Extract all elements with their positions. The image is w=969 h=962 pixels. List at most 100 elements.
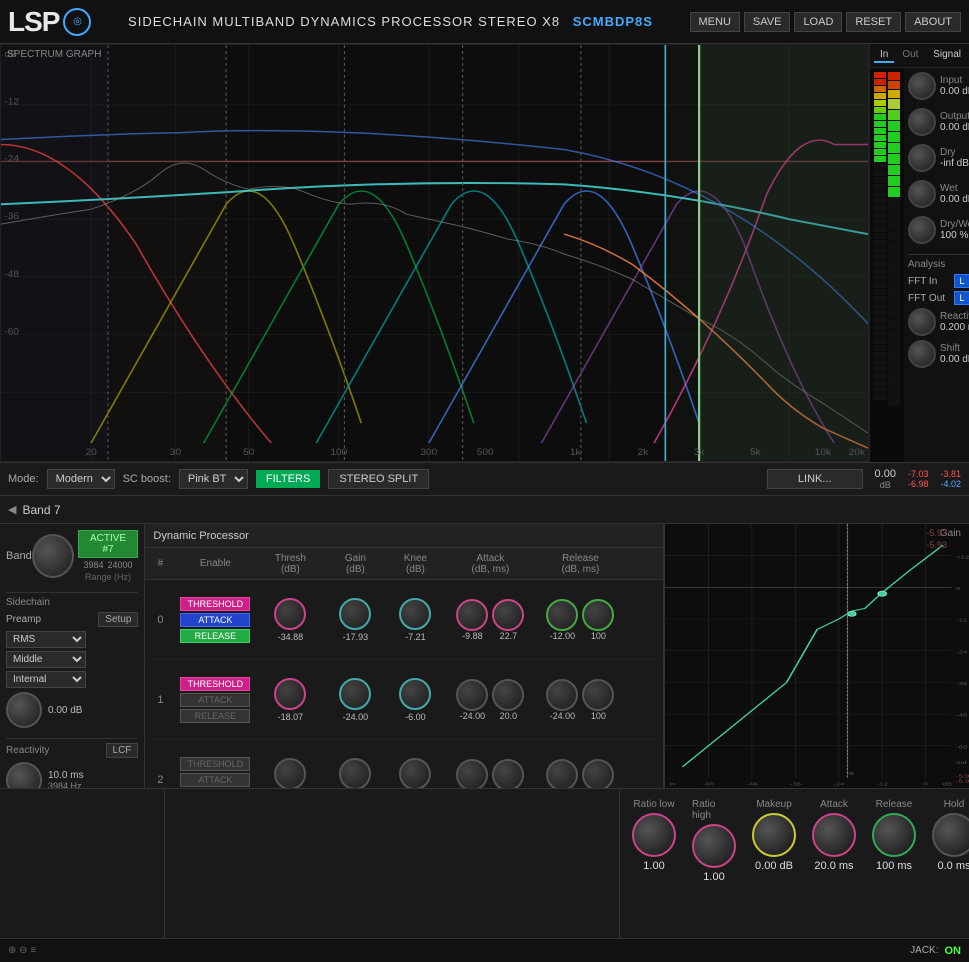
reactivity-knob-lp[interactable] — [6, 762, 42, 788]
stereo-split-button[interactable]: STEREO SPLIT — [328, 469, 429, 489]
band-label: Band — [6, 550, 32, 562]
knee-knob-0[interactable] — [399, 598, 431, 630]
threshold-btn-0[interactable]: THRESHOLD — [180, 597, 250, 611]
wet-knob[interactable] — [908, 180, 936, 208]
level-meters — [870, 68, 904, 462]
attack-btn-0[interactable]: ATTACK — [180, 613, 250, 627]
table-row: 1 THRESHOLD ATTACK RELEASE -18.07 -24.00… — [145, 660, 663, 740]
preamp-label: Preamp — [6, 614, 41, 625]
mode-select[interactable]: Modern — [47, 469, 115, 489]
dry-row: Dry -inf dB — [908, 144, 969, 172]
output-knob[interactable] — [908, 108, 936, 136]
reactivity-knob[interactable] — [908, 308, 936, 336]
attack-val1-0: -9.88 — [462, 631, 483, 641]
active-button[interactable]: ACTIVE #7 — [78, 530, 139, 558]
fft-out-row: FFT Out L R — [908, 291, 969, 305]
attack-btn-1[interactable]: ATTACK — [180, 693, 250, 707]
preamp-knob[interactable] — [6, 692, 42, 728]
internal-select[interactable]: Internal — [6, 671, 86, 688]
setup-button[interactable]: Setup — [98, 612, 138, 627]
header-buttons: MENU SAVE LOAD RESET ABOUT — [690, 12, 961, 32]
attack-knob2-2[interactable] — [492, 759, 524, 789]
scboost-select[interactable]: Pink BT — [179, 469, 248, 489]
thresh-knob-1[interactable] — [274, 678, 306, 710]
attack-knob1-0[interactable] — [456, 599, 488, 631]
db-left-top: -7.03 — [908, 469, 929, 479]
attack-knob[interactable] — [812, 813, 856, 857]
reactivity-value: 0.200 ms — [940, 322, 969, 333]
attack-knob2-0[interactable] — [492, 599, 524, 631]
release-knob2-0[interactable] — [582, 599, 614, 631]
ratio-low-knob[interactable] — [632, 813, 676, 857]
row-2-num: 2 — [145, 774, 175, 786]
attack-btn-2[interactable]: ATTACK — [180, 773, 250, 787]
load-button[interactable]: LOAD — [794, 12, 842, 32]
ratio-low-value: 1.00 — [643, 860, 664, 872]
knee-val-0: -7.21 — [405, 632, 426, 642]
table-row: 2 THRESHOLD ATTACK RELEASE -36.00 -36.00… — [145, 740, 663, 788]
row-0-num: 0 — [145, 614, 175, 626]
gain-knob-2[interactable] — [339, 758, 371, 789]
menu-button[interactable]: MENU — [690, 12, 740, 32]
jack-label: JACK: — [910, 945, 938, 956]
threshold-btn-2[interactable]: THRESHOLD — [180, 757, 250, 771]
attack-knob1-2[interactable] — [456, 759, 488, 789]
band-arrow-left[interactable]: ◀ — [8, 503, 16, 516]
thresh-knob-0[interactable] — [274, 598, 306, 630]
ratio-high-knob[interactable] — [692, 824, 736, 868]
thresh-knob-2[interactable] — [274, 758, 306, 789]
save-button[interactable]: SAVE — [744, 12, 791, 32]
spectrum-graph[interactable]: SPECTRUM GRAPH 🔍 0 -12 -24 -36 -48 -60 — [0, 44, 869, 462]
out-tab[interactable]: Out — [896, 48, 924, 63]
release-block: Release 100 ms — [864, 795, 924, 876]
attack-knob2-1[interactable] — [492, 679, 524, 711]
knee-cell-2: -6.00 — [385, 758, 445, 789]
shift-knob[interactable] — [908, 340, 936, 368]
bottom-right: Ratio low 1.00 Ratio high 1.00 Makeup 0.… — [619, 789, 969, 938]
thresh-val-1: -18.07 — [278, 712, 304, 722]
svg-text:30: 30 — [170, 448, 181, 458]
release-knob1-0[interactable] — [546, 599, 578, 631]
range-unit: Range (Hz) — [85, 572, 131, 582]
svg-text:-24: -24 — [4, 154, 19, 164]
fft-in-l-btn[interactable]: L — [954, 274, 969, 288]
dry-knob[interactable] — [908, 144, 936, 172]
mode-label: Mode: — [8, 473, 39, 485]
makeup-knob[interactable] — [752, 813, 796, 857]
release-knob2-1[interactable] — [582, 679, 614, 711]
makeup-value: 0.00 dB — [755, 860, 793, 872]
release-cell-0: -12.00 100 — [535, 599, 625, 641]
release-knob1-1[interactable] — [546, 679, 578, 711]
release-btn-1[interactable]: RELEASE — [180, 709, 250, 723]
input-knob[interactable] — [908, 72, 936, 100]
wet-value: 0.00 dB — [940, 194, 969, 205]
reset-button[interactable]: RESET — [846, 12, 901, 32]
col-release: Release(dB, ms) — [535, 553, 625, 575]
threshold-btn-1[interactable]: THRESHOLD — [180, 677, 250, 691]
knee-knob-1[interactable] — [399, 678, 431, 710]
link-button[interactable]: LINK... — [767, 469, 863, 489]
fft-out-l-btn[interactable]: L — [954, 291, 969, 305]
middle-select[interactable]: Middle — [6, 651, 86, 668]
analysis-title: Analysis — [908, 259, 969, 270]
about-button[interactable]: ABOUT — [905, 12, 961, 32]
rms-select[interactable]: RMS — [6, 631, 86, 648]
knee-knob-2[interactable] — [399, 758, 431, 789]
in-tab[interactable]: In — [874, 48, 894, 63]
svg-text:in: in — [669, 782, 676, 787]
hold-knob[interactable] — [932, 813, 969, 857]
release-btn-0[interactable]: RELEASE — [180, 629, 250, 643]
release-knob2-2[interactable] — [582, 759, 614, 789]
drywet-knob[interactable] — [908, 216, 936, 244]
attack-knob1-1[interactable] — [456, 679, 488, 711]
gain-knob-0[interactable] — [339, 598, 371, 630]
gain-knob-1[interactable] — [339, 678, 371, 710]
lcf-button[interactable]: LCF — [106, 743, 139, 758]
release-knob[interactable] — [872, 813, 916, 857]
attack-cell-2: -36.00 20.0 — [445, 759, 535, 789]
svg-text:10k: 10k — [815, 448, 832, 458]
filters-button[interactable]: FILTERS — [256, 470, 320, 488]
band-knob[interactable] — [32, 534, 74, 578]
col-enable: Enable — [175, 558, 255, 569]
release-knob1-2[interactable] — [546, 759, 578, 789]
